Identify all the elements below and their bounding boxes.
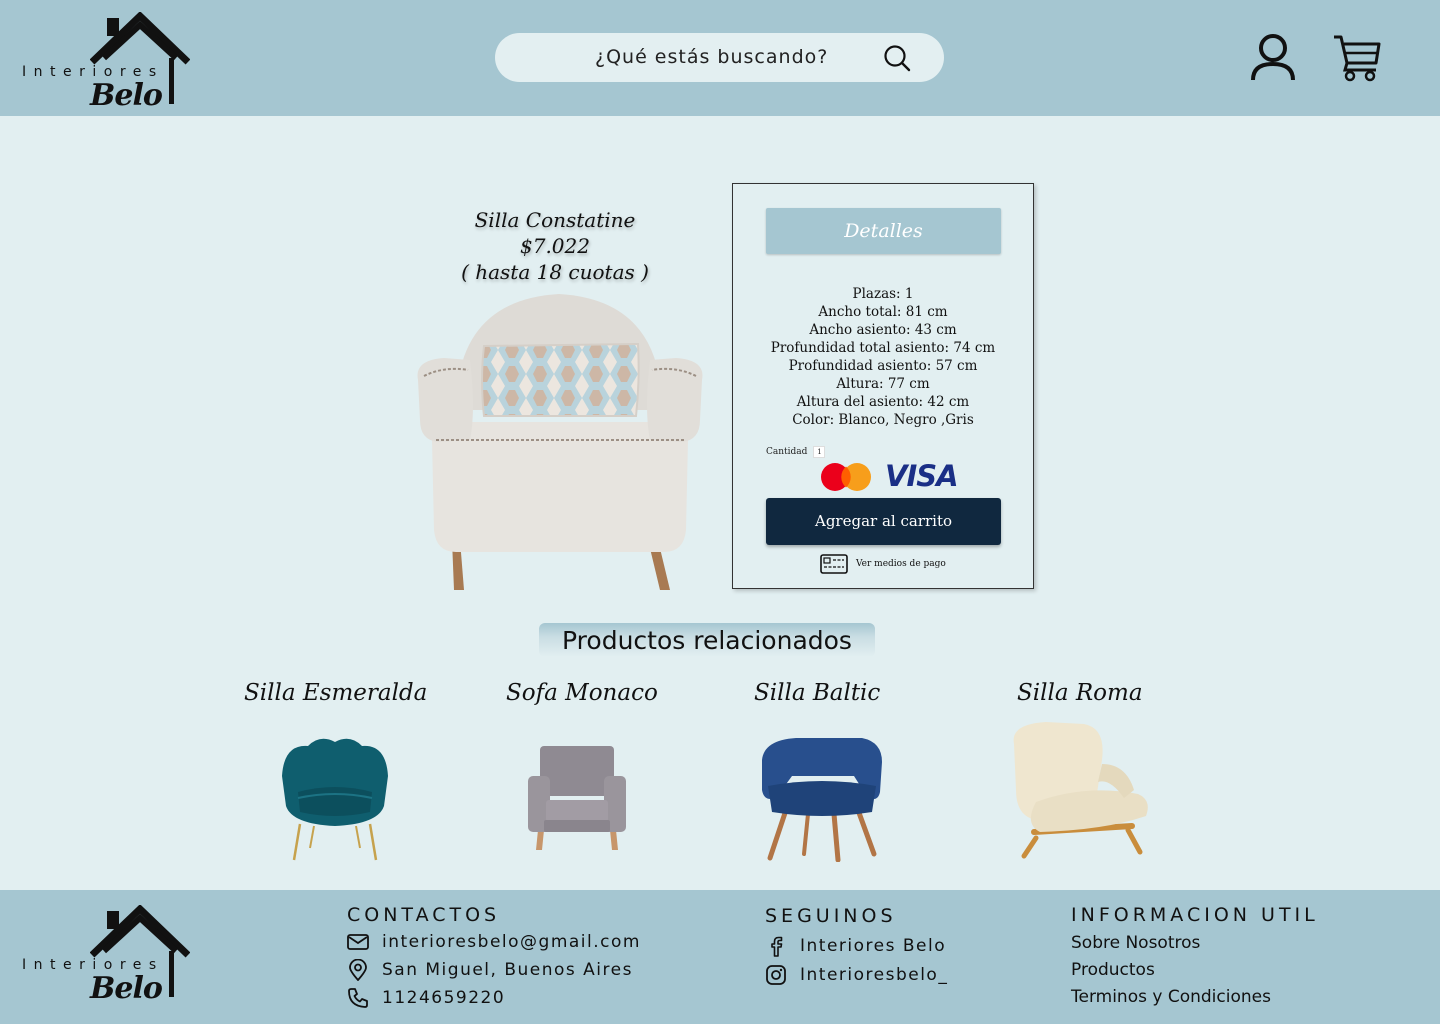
spec-seat-width: Ancho asiento: 43 cm <box>809 322 957 338</box>
info-title: INFORMACION UTIL <box>1071 904 1319 926</box>
user-icon[interactable] <box>1250 33 1296 83</box>
related-item-image-esmeralda[interactable] <box>274 736 396 862</box>
brand-text-bottom: Belo <box>90 78 163 113</box>
info-section: INFORMACION UTIL Sobre Nosotros Producto… <box>1071 904 1319 1011</box>
search-input[interactable]: ¿Qué estás buscando? <box>595 46 828 68</box>
spec-seats: Plazas: 1 <box>852 286 914 302</box>
add-to-cart-button[interactable]: Agregar al carrito <box>766 498 1001 545</box>
cart-icon[interactable] <box>1332 33 1382 83</box>
facebook-icon <box>771 936 783 957</box>
related-item-image-roma[interactable] <box>1006 720 1156 862</box>
social-section: SEGUINOS Interiores Belo Interioresbelo_ <box>765 905 948 986</box>
social-title: SEGUINOS <box>765 905 897 927</box>
footer-brand-logo[interactable]: Interiores Belo <box>22 905 202 1006</box>
related-item-image-baltic[interactable] <box>758 736 886 862</box>
details-panel: Detalles Plazas: 1 Ancho total: 81 cm An… <box>732 183 1034 589</box>
details-header[interactable]: Detalles <box>766 208 1001 254</box>
related-item-name-monaco[interactable]: Sofa Monaco <box>506 680 658 706</box>
spec-color: Color: Blanco, Negro ,Gris <box>792 412 974 428</box>
phone-icon <box>348 988 368 1008</box>
social-instagram[interactable]: Interioresbelo_ <box>765 964 948 986</box>
credit-card-icon <box>820 554 848 574</box>
search-bar[interactable]: ¿Qué estás buscando? <box>495 33 944 82</box>
social-facebook[interactable]: Interiores Belo <box>765 935 948 957</box>
related-products-title: Productos relacionados <box>562 626 852 655</box>
product-price: $7.022 <box>520 234 590 258</box>
contact-phone[interactable]: 1124659220 <box>347 987 641 1009</box>
spec-total-depth: Profundidad total asiento: 74 cm <box>770 340 996 356</box>
mastercard-icon <box>821 463 871 491</box>
related-item-image-monaco[interactable] <box>524 744 630 854</box>
contact-email[interactable]: interioresbelo@gmail.com <box>347 932 641 952</box>
contacts-title: CONTACTOS <box>347 904 501 926</box>
mail-icon <box>347 934 369 950</box>
location-pin-icon <box>349 959 367 981</box>
visa-logo: VISA <box>885 459 959 493</box>
specs-list: Plazas: 1 Ancho total: 81 cm Ancho asien… <box>733 285 1033 429</box>
spec-total-width: Ancho total: 81 cm <box>818 304 948 320</box>
spec-seat-depth: Profundidad asiento: 57 cm <box>788 358 978 374</box>
product-installments: ( hasta 18 cuotas ) <box>461 260 649 284</box>
social-facebook-text[interactable]: Interiores Belo <box>800 936 946 956</box>
payment-methods-label[interactable]: Ver medios de pago <box>856 559 946 569</box>
instagram-icon <box>766 965 786 985</box>
related-item-name-baltic[interactable]: Silla Baltic <box>754 680 880 706</box>
spec-seat-height: Altura del asiento: 42 cm <box>796 394 970 410</box>
quantity-input[interactable]: 1 <box>813 446 826 458</box>
product-image <box>417 294 703 590</box>
related-products-heading: Productos relacionados <box>539 623 875 657</box>
link-products[interactable]: Productos <box>1071 957 1319 984</box>
quantity-label: Cantidad <box>766 447 808 457</box>
social-instagram-text[interactable]: Interioresbelo_ <box>800 965 948 985</box>
link-terms[interactable]: Terminos y Condiciones <box>1071 984 1319 1011</box>
quantity-selector: Cantidad 1 <box>766 446 826 458</box>
product-name: Silla Constatine <box>474 208 636 232</box>
contact-email-text[interactable]: interioresbelo@gmail.com <box>382 932 641 952</box>
related-item-name-roma[interactable]: Silla Roma <box>1017 680 1143 706</box>
contacts-section: CONTACTOS interioresbelo@gmail.com San M… <box>347 904 641 1009</box>
brand-logo[interactable]: Interiores Belo <box>22 12 202 113</box>
spec-height: Altura: 77 cm <box>836 376 930 392</box>
related-item-name-esmeralda[interactable]: Silla Esmeralda <box>244 680 427 706</box>
contact-address: San Miguel, Buenos Aires <box>347 959 641 981</box>
payment-methods-link[interactable]: Ver medios de pago <box>820 554 946 574</box>
footer-brand-text-bottom: Belo <box>90 971 163 1006</box>
header: Interiores Belo ¿Qué estás buscando? <box>0 0 1440 116</box>
contact-phone-text[interactable]: 1124659220 <box>382 988 505 1008</box>
contact-address-text: San Miguel, Buenos Aires <box>382 960 633 980</box>
footer: Interiores Belo CONTACTOS interioresbelo… <box>0 890 1440 1024</box>
link-about-us[interactable]: Sobre Nosotros <box>1071 930 1319 957</box>
search-icon[interactable] <box>883 44 911 72</box>
